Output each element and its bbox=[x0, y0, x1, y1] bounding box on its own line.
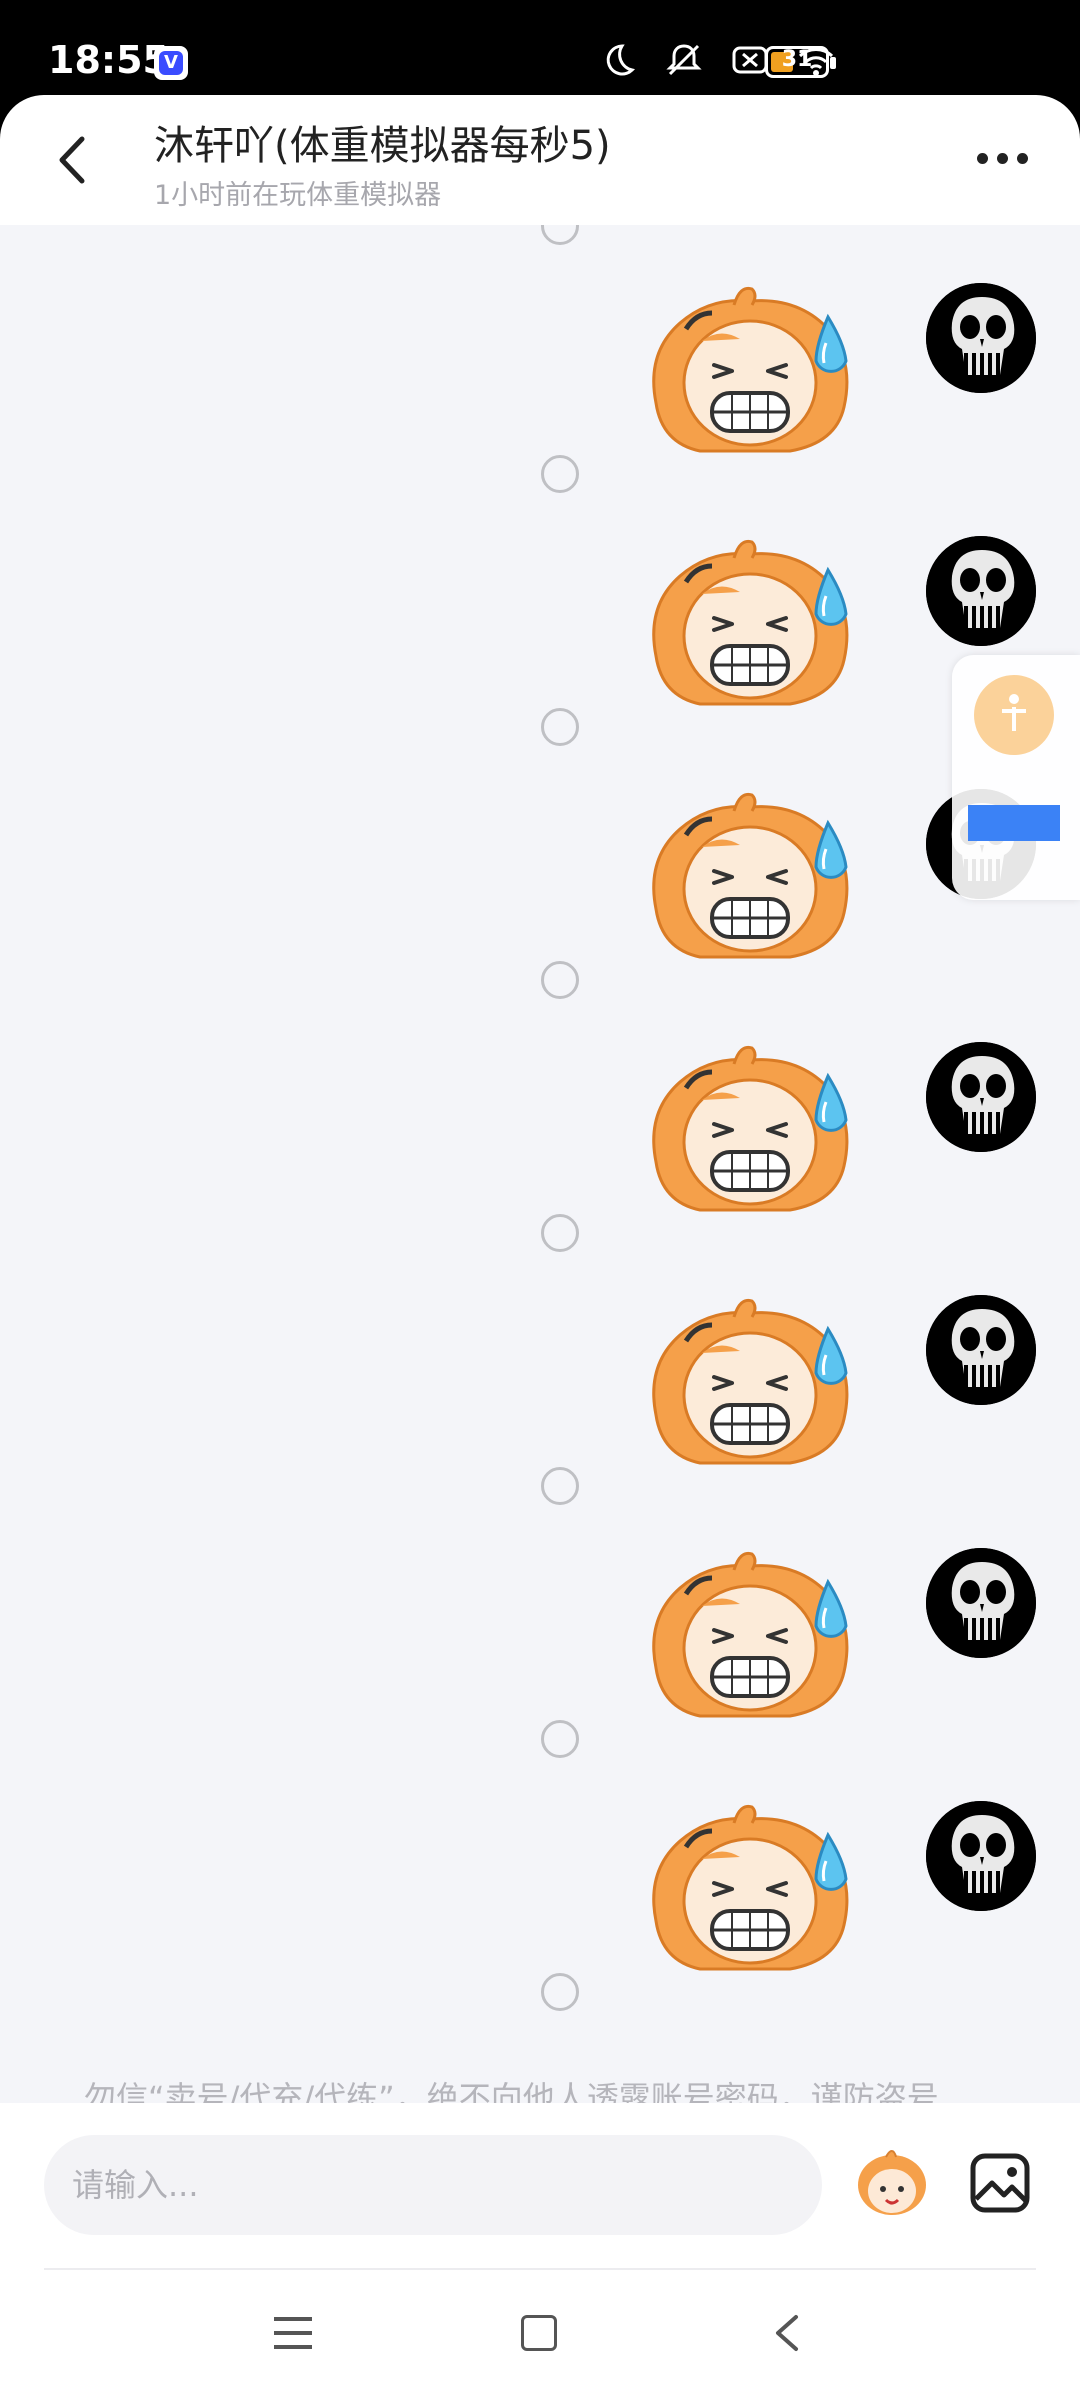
mobile-data-off-icon bbox=[732, 46, 768, 74]
message-row[interactable] bbox=[0, 1548, 1080, 1801]
app-badge-icon: V bbox=[154, 46, 188, 80]
more-options-button[interactable] bbox=[977, 153, 1028, 164]
avatar[interactable] bbox=[926, 283, 1036, 393]
sticker-message[interactable] bbox=[640, 789, 860, 969]
message-row[interactable] bbox=[0, 1042, 1080, 1295]
chat-subtitle: 1小时前在玩体重模拟器 bbox=[154, 180, 442, 211]
select-radio[interactable] bbox=[541, 961, 579, 999]
select-radio[interactable] bbox=[541, 455, 579, 493]
sticker-button[interactable] bbox=[852, 2145, 932, 2221]
recents-button[interactable] bbox=[272, 2313, 314, 2353]
chat-header: 沐轩吖(体重模拟器每秒5) 1小时前在玩体重模拟器 bbox=[0, 95, 1080, 225]
sweat-grin-sticker-icon bbox=[652, 539, 849, 706]
message-list[interactable]: 勿信“卖号/代充/代练”，绝不向他人透露账号密码，谨防盗号 bbox=[0, 225, 1080, 2103]
sweat-grin-sticker-icon bbox=[652, 286, 849, 453]
image-button[interactable] bbox=[968, 2151, 1032, 2215]
sticker-message[interactable] bbox=[640, 1801, 860, 1981]
skull-avatar-icon bbox=[926, 536, 1036, 646]
avatar[interactable] bbox=[926, 1295, 1036, 1405]
message-row[interactable] bbox=[0, 283, 1080, 536]
sweat-grin-sticker-icon bbox=[652, 1045, 849, 1212]
avatar[interactable] bbox=[926, 1801, 1036, 1911]
floating-assistant[interactable] bbox=[952, 655, 1080, 900]
message-row[interactable] bbox=[0, 1295, 1080, 1548]
status-bar: 18:55 V 31 bbox=[0, 0, 1080, 100]
home-button[interactable] bbox=[521, 2315, 557, 2351]
navigation-bar bbox=[0, 2273, 1080, 2400]
sweat-grin-sticker-icon bbox=[652, 792, 849, 959]
avatar[interactable] bbox=[926, 1042, 1036, 1152]
security-notice: 勿信“卖号/代充/代练”，绝不向他人透露账号密码，谨防盗号 bbox=[84, 2079, 939, 2103]
notifications-off-icon bbox=[666, 44, 702, 76]
select-radio[interactable] bbox=[541, 1467, 579, 1505]
battery-icon: 31 bbox=[765, 46, 836, 78]
sticker-message[interactable] bbox=[640, 1042, 860, 1222]
avatar[interactable] bbox=[926, 1548, 1036, 1658]
moon-icon bbox=[606, 44, 636, 76]
select-radio[interactable] bbox=[541, 1214, 579, 1252]
sweat-grin-sticker-icon bbox=[652, 1298, 849, 1465]
divider bbox=[44, 2268, 1036, 2270]
skull-avatar-icon bbox=[926, 283, 1036, 393]
chat-title[interactable]: 沐轩吖(体重模拟器每秒5) bbox=[154, 113, 611, 171]
select-radio[interactable] bbox=[541, 1720, 579, 1758]
input-bar: 请输入... bbox=[0, 2103, 1080, 2273]
message-row[interactable] bbox=[0, 536, 1080, 789]
nav-back-button[interactable] bbox=[772, 2313, 802, 2353]
back-button[interactable] bbox=[52, 135, 92, 185]
message-row[interactable] bbox=[0, 789, 1080, 1042]
sticker-message[interactable] bbox=[640, 283, 860, 463]
skull-avatar-icon bbox=[926, 1295, 1036, 1405]
status-time: 18:55 bbox=[48, 38, 169, 82]
select-radio[interactable] bbox=[541, 708, 579, 746]
avatar[interactable] bbox=[926, 536, 1036, 646]
select-radio[interactable] bbox=[541, 1973, 579, 2011]
sticker-message[interactable] bbox=[640, 1295, 860, 1475]
sticker-message[interactable] bbox=[640, 1548, 860, 1728]
message-input[interactable]: 请输入... bbox=[44, 2135, 822, 2235]
skull-avatar-icon bbox=[926, 1548, 1036, 1658]
sweat-grin-sticker-icon bbox=[652, 1804, 849, 1971]
chat-screen: 18:55 V 31 沐轩吖(体重模拟器每秒5) 1小时前在玩体重模拟器 勿信“… bbox=[0, 0, 1080, 2400]
message-row[interactable] bbox=[0, 1801, 1080, 2054]
sticker-message[interactable] bbox=[640, 536, 860, 716]
accessibility-icon[interactable] bbox=[974, 675, 1054, 755]
sweat-grin-sticker-icon bbox=[652, 1551, 849, 1718]
skull-avatar-icon bbox=[926, 1042, 1036, 1152]
select-radio[interactable] bbox=[541, 225, 579, 245]
skull-avatar-icon bbox=[926, 1801, 1036, 1911]
screen-capture-icon[interactable] bbox=[968, 805, 1060, 841]
